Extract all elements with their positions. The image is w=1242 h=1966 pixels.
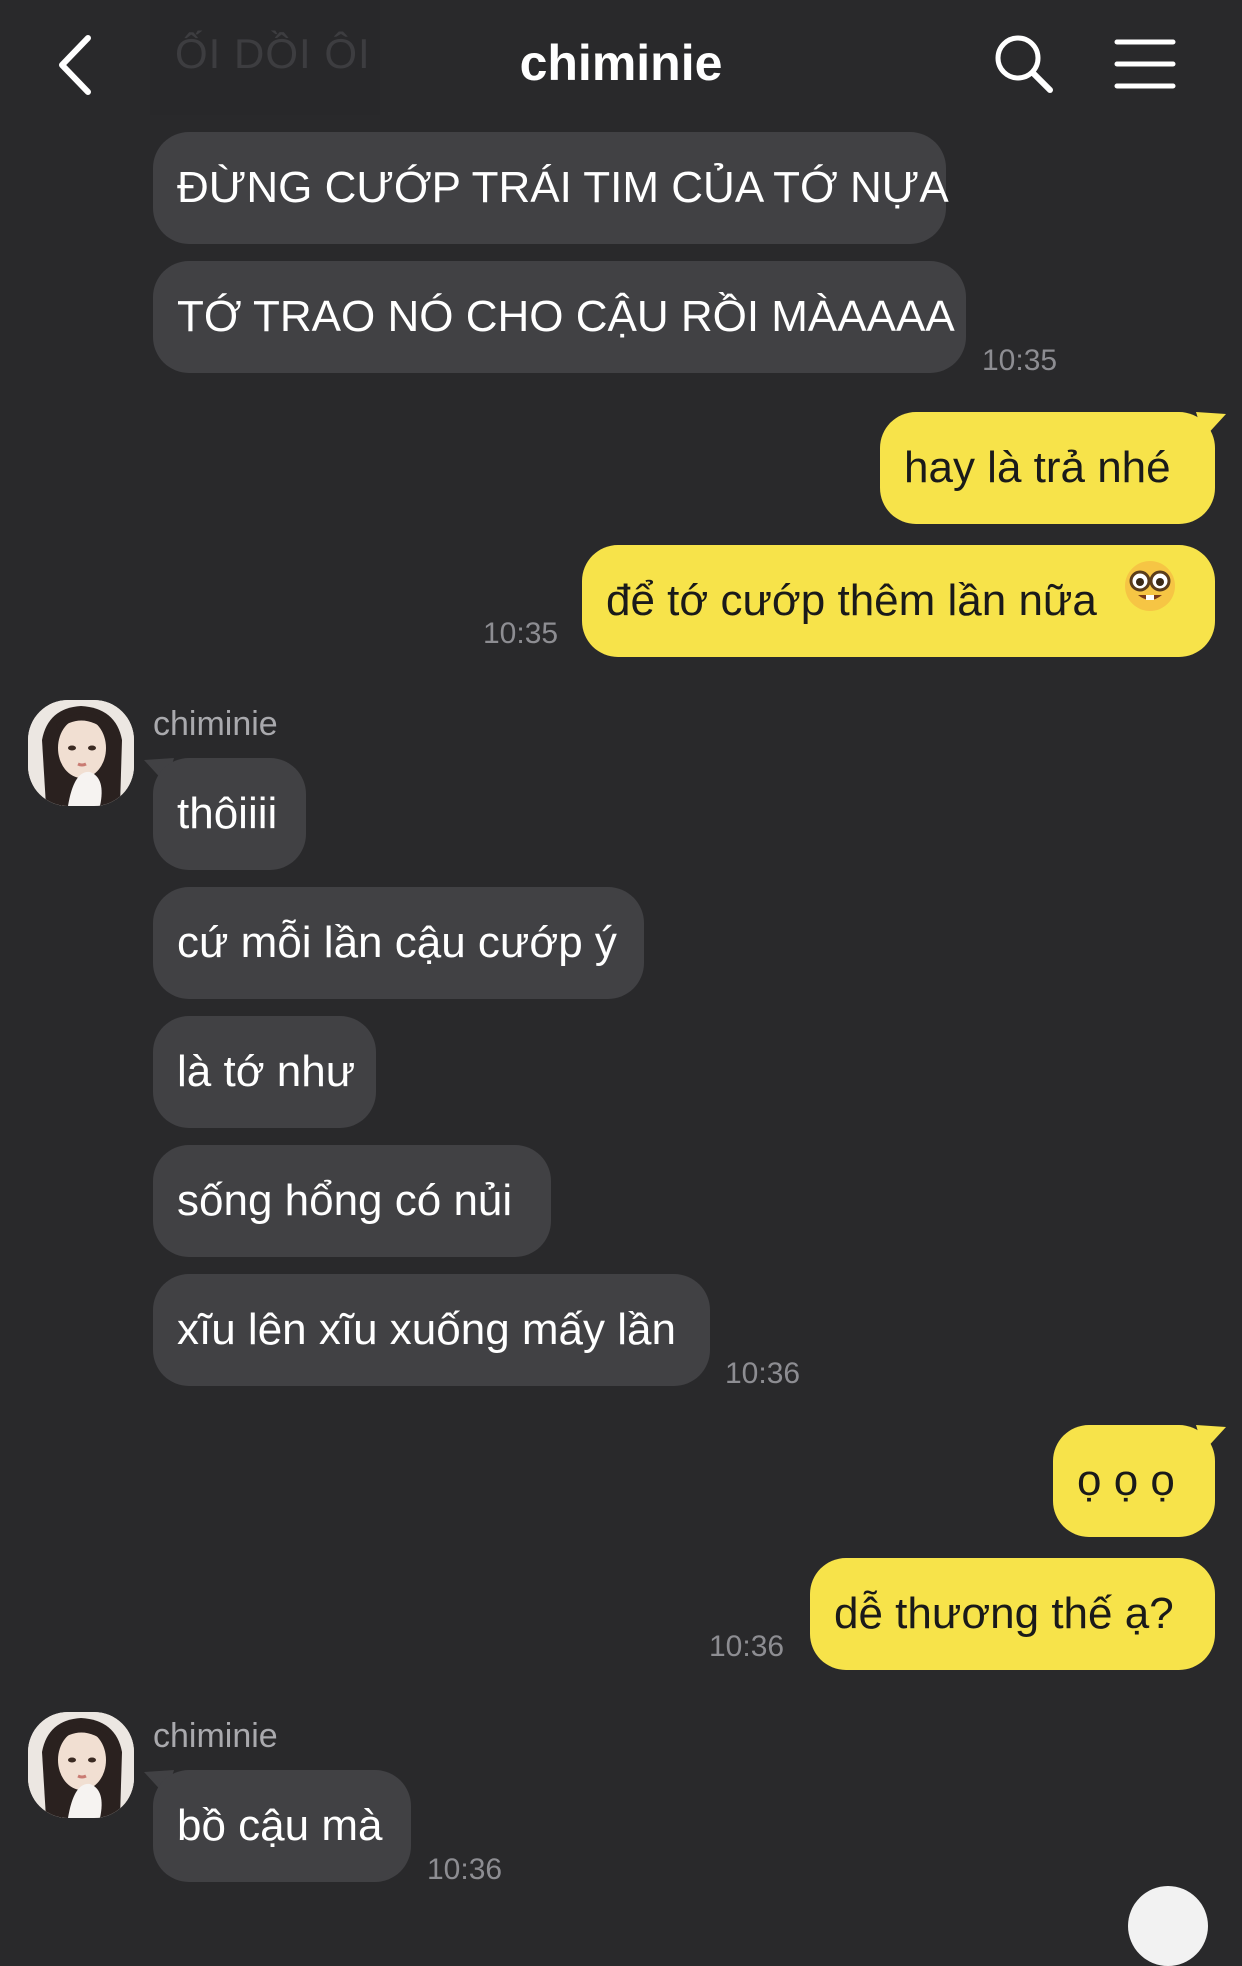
search-icon[interactable] — [992, 32, 1056, 96]
chat-header: ỐI DỒI ÔI chiminie — [0, 0, 1242, 130]
incoming-message-bubble[interactable]: TỚ TRAO NÓ CHO CẬU RỒI MÀAAAA — [153, 261, 966, 373]
nerd-face-emoji-icon — [1123, 543, 1177, 655]
incoming-message-bubble[interactable]: bồ cậu mà — [153, 1770, 411, 1882]
message-text: ĐỪNG CƯỚP TRÁI TIM CỦA TỚ NỰA — [177, 163, 949, 212]
incoming-message-bubble[interactable]: sống hổng có nủi — [153, 1145, 551, 1257]
message-text: để tớ cướp thêm lần nữa — [606, 576, 1097, 625]
incoming-message-bubble[interactable]: cứ mỗi lần cậu cướp ý — [153, 887, 644, 999]
message-text: hay là trả nhé — [904, 443, 1171, 492]
message-time: 10:35 — [483, 617, 559, 650]
incoming-message-bubble[interactable]: xĩu lên xĩu xuống mấy lần — [153, 1274, 710, 1386]
sender-name: chiminie — [153, 705, 278, 743]
message-text: cứ mỗi lần cậu cướp ý — [177, 918, 617, 967]
message-time: 10:36 — [725, 1357, 801, 1390]
message-time: 10:35 — [982, 344, 1058, 377]
sender-name: chiminie — [153, 1717, 278, 1755]
message-time: 10:36 — [427, 1853, 503, 1886]
message-text: TỚ TRAO NÓ CHO CẬU RỒI MÀAAAA — [177, 292, 955, 341]
message-time: 10:36 — [709, 1630, 785, 1663]
incoming-message-bubble[interactable]: ĐỪNG CƯỚP TRÁI TIM CỦA TỚ NỰA — [153, 132, 949, 244]
incoming-message-bubble[interactable]: thôiiii — [153, 758, 306, 870]
message-text: sống hổng có nủi — [177, 1176, 513, 1225]
outgoing-message-bubble[interactable]: dễ thương thế ạ? — [810, 1558, 1215, 1670]
avatar[interactable] — [28, 1712, 134, 1818]
menu-icon[interactable] — [1113, 36, 1177, 92]
incoming-message-bubble[interactable]: là tớ như — [153, 1016, 376, 1128]
message-text: ọ ọ ọ — [1077, 1456, 1175, 1505]
message-text: là tớ như — [177, 1047, 356, 1096]
avatar[interactable] — [28, 700, 134, 806]
message-text: xĩu lên xĩu xuống mấy lần — [177, 1305, 676, 1354]
outgoing-message-bubble[interactable]: hay là trả nhé — [880, 412, 1215, 524]
outgoing-bubble-tail — [1196, 1425, 1226, 1451]
outgoing-message-bubble[interactable]: ọ ọ ọ — [1053, 1425, 1215, 1537]
message-text: bồ cậu mà — [177, 1801, 383, 1850]
scroll-down-button[interactable] — [1128, 1886, 1208, 1966]
outgoing-bubble-tail — [1196, 412, 1226, 438]
outgoing-message-bubble[interactable]: để tớ cướp thêm lần nữa — [582, 545, 1215, 657]
message-text: dễ thương thế ạ? — [834, 1589, 1174, 1638]
message-text: thôiiii — [177, 789, 278, 838]
